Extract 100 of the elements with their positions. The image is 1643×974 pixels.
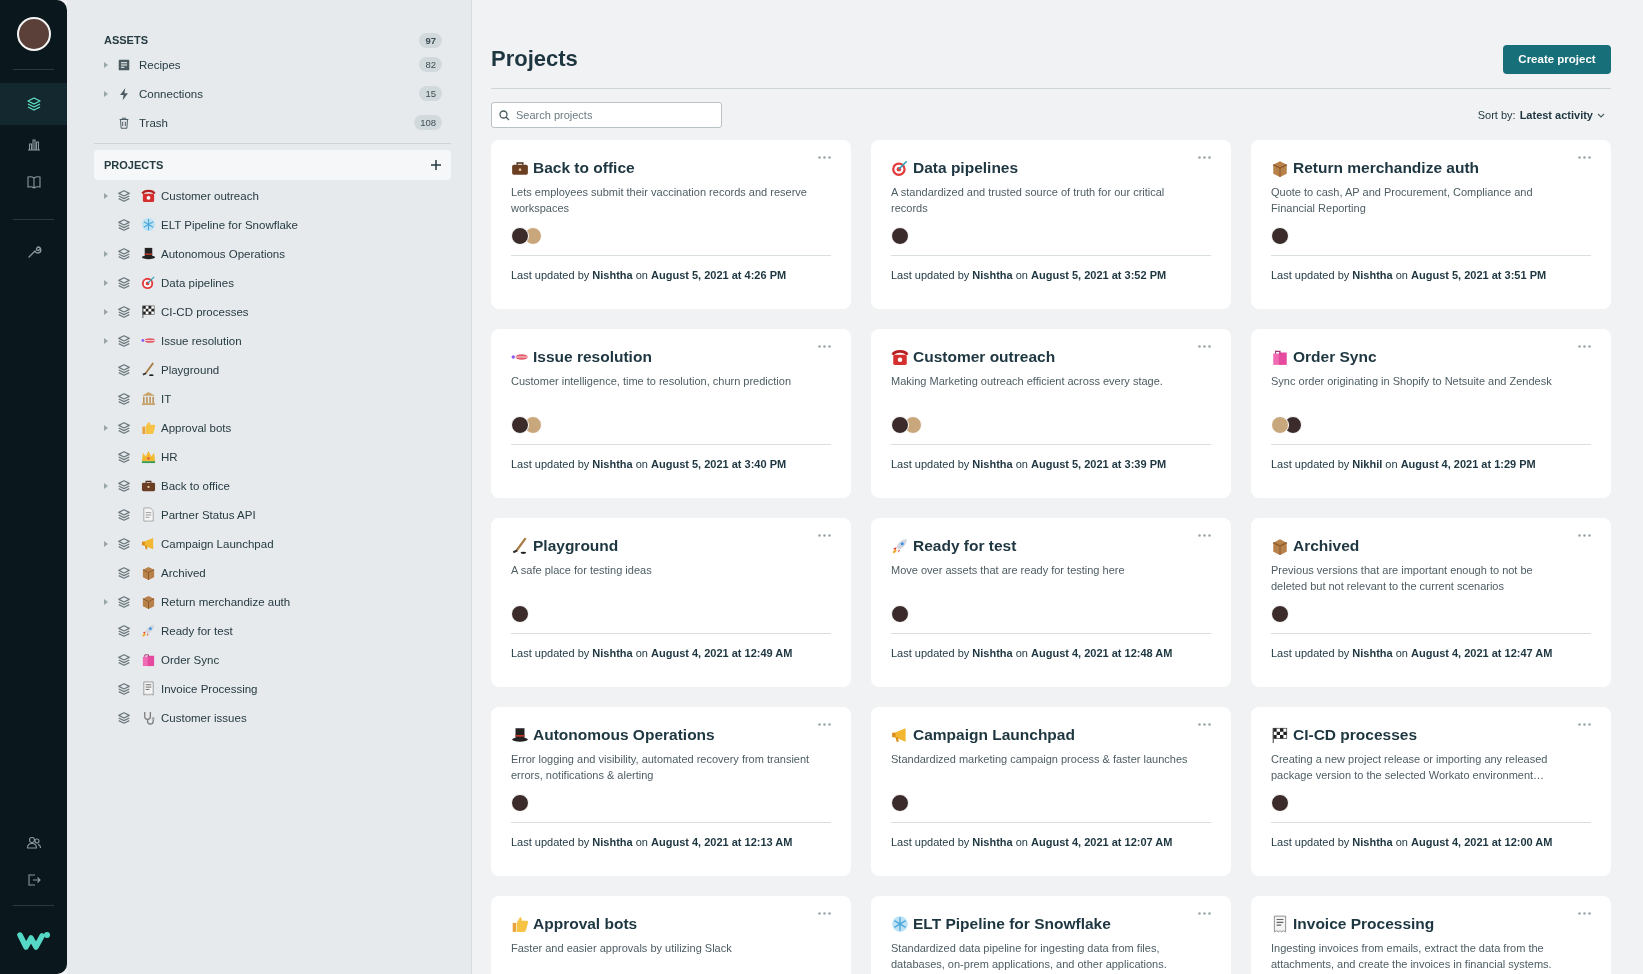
project-tree-item[interactable]: Order Sync <box>161 653 442 666</box>
project-card[interactable]: Order Sync Sync order originating in Shopify to Netsuite and Zendesk Last updated by Nikhil on August 4, 2021 at 1:29 PM <box>1251 329 1611 498</box>
card-title[interactable]: Back to office <box>533 159 635 177</box>
card-title[interactable]: Customer outreach <box>913 348 1056 366</box>
project-tree-item[interactable]: ELT Pipeline for Snowflake <box>161 218 442 231</box>
card-title[interactable]: Approval bots <box>533 915 638 933</box>
project-card[interactable]: Autonomous Operations Error logging and visibility, automated recovery from transient errors, notifications & alerting Last updated by Nishtha on August 4, 2021 at 12:13 AM <box>491 707 851 876</box>
project-tree-item[interactable]: Campaign Launchpad <box>161 537 442 550</box>
project-card[interactable]: ELT Pipeline for Snowflake Standardized data pipeline for ingesting data from files, databases, on-prem applications, and other applications. <box>871 896 1231 974</box>
project-tree-item[interactable]: IT <box>161 392 442 405</box>
project-tree-item[interactable]: CI-CD processes <box>161 305 442 318</box>
project-card[interactable]: Issue resolution Customer intelligence, time to resolution, churn prediction Last updated by Nishtha on August 5, 2021 at 3:40 PM <box>491 329 851 498</box>
project-tree-item[interactable]: Issue resolution <box>161 334 442 347</box>
sidebar-item[interactable]: Trash <box>139 116 407 129</box>
more-options-button[interactable] <box>1198 534 1211 537</box>
caret-icon[interactable] <box>103 191 109 200</box>
card-title[interactable]: Data pipelines <box>913 159 1019 177</box>
card-title[interactable]: Playground <box>533 537 619 555</box>
project-card[interactable]: Back to office Lets employees submit their vaccination records and reserve workspaces Last updated by Nishtha on August 5, 2021 at 4:26 PM <box>491 140 851 309</box>
project-card[interactable]: Data pipelines A standardized and trusted source of truth for our critical records Last updated by Nishtha on August 5, 2021 at 3:52 PM <box>871 140 1231 309</box>
more-options-button[interactable] <box>1578 912 1591 915</box>
more-options-button[interactable] <box>818 534 831 537</box>
card-title[interactable]: CI-CD processes <box>1293 726 1418 744</box>
caret-icon[interactable] <box>103 423 109 432</box>
caret-icon[interactable] <box>103 249 109 258</box>
more-options-button[interactable] <box>1578 345 1591 348</box>
layers-icon <box>117 391 131 406</box>
project-card[interactable]: Customer outreach Making Marketing outreach efficient across every stage. Last updated by Nishtha on August 5, 2021 at 3:39 PM <box>871 329 1231 498</box>
more-options-button[interactable] <box>1198 156 1211 159</box>
project-tree-item[interactable]: Back to office <box>161 479 442 492</box>
search-field[interactable]: Search projects <box>491 102 722 128</box>
caret-icon[interactable] <box>103 278 109 287</box>
card-title[interactable]: Ready for test <box>913 537 1017 555</box>
card-title[interactable]: Invoice Processing <box>1293 915 1435 933</box>
telephone-icon <box>891 348 909 366</box>
card-title[interactable]: Order Sync <box>1293 348 1377 366</box>
card-description: Creating a new project release or importing any released package version to the selected Workato environment… <box>1271 752 1549 783</box>
caret-icon[interactable] <box>103 336 109 345</box>
project-card[interactable]: Approval bots Faster and easier approvals by utilizing Slack <box>491 896 851 974</box>
project-card[interactable]: Return merchandize auth Quote to cash, AP and Procurement, Compliance and Financial Reporting Last updated by Nishtha on August 5, 2021 at 3:51 PM <box>1251 140 1611 309</box>
more-options-button[interactable] <box>818 156 831 159</box>
more-icon <box>1578 156 1591 159</box>
more-options-button[interactable] <box>1578 723 1591 726</box>
briefcase-icon <box>511 159 529 177</box>
card-description: Ingesting invoices from emails, extract the data from the attachments, and create the invoices in financial systems. <box>1271 941 1553 972</box>
search-icon <box>499 110 510 121</box>
create-project-button[interactable]: Create project <box>1503 44 1611 74</box>
caret-icon[interactable] <box>103 89 109 98</box>
caret-icon[interactable] <box>103 597 109 606</box>
project-tree-item[interactable]: Archived <box>161 566 442 579</box>
sort-dropdown[interactable]: Sort by: Latest activity <box>1477 109 1611 121</box>
card-title[interactable]: Campaign Launchpad <box>913 726 1075 744</box>
add-project-button[interactable] <box>431 160 441 170</box>
project-tree-item[interactable]: Customer outreach <box>161 189 442 202</box>
user-avatar <box>1271 794 1289 812</box>
layers-icon <box>117 681 131 696</box>
more-options-button[interactable] <box>1198 723 1211 726</box>
project-tree-item[interactable]: Partner Status API <box>161 508 442 521</box>
project-card[interactable]: Invoice Processing Ingesting invoices from emails, extract the data from the attachments, and create the invoices in financial systems. <box>1251 896 1611 974</box>
project-tree-item[interactable]: Ready for test <box>161 624 442 637</box>
layers-icon <box>117 188 131 203</box>
sidebar-item[interactable]: Recipes <box>139 58 412 71</box>
project-tree-item[interactable]: Invoice Processing <box>161 682 442 695</box>
project-card[interactable]: Ready for test Move over assets that are ready for testing here Last updated by Nishtha on August 4, 2021 at 12:48 AM <box>871 518 1231 687</box>
layers-icon <box>117 594 131 609</box>
project-card[interactable]: Campaign Launchpad Standardized marketing campaign process & faster launches Last updated by Nishtha on August 4, 2021 at 12:07 AM <box>871 707 1231 876</box>
more-options-button[interactable] <box>1578 534 1591 537</box>
caret-icon[interactable] <box>103 481 109 490</box>
project-card[interactable]: Playground A safe place for testing ideas Last updated by Nishtha on August 4, 2021 at 12:49 AM <box>491 518 851 687</box>
card-title[interactable]: Issue resolution <box>533 348 652 366</box>
project-card[interactable]: CI-CD processes Creating a new project release or importing any released package version to the selected Workato environment… Last updated by Nishtha on August 4, 2021 at 12:00 AM <box>1251 707 1611 876</box>
project-tree-item[interactable]: Autonomous Operations <box>161 247 442 260</box>
user-avatar[interactable] <box>16 17 51 51</box>
more-options-button[interactable] <box>1198 912 1211 915</box>
more-options-button[interactable] <box>818 345 831 348</box>
nav-button[interactable] <box>0 83 67 125</box>
card-title[interactable]: Archived <box>1293 537 1360 555</box>
more-options-button[interactable] <box>818 912 831 915</box>
logo[interactable] <box>16 930 51 952</box>
more-options-button[interactable] <box>818 723 831 726</box>
caret-icon[interactable] <box>103 539 109 548</box>
card-title[interactable]: Return merchandize auth <box>1293 159 1480 177</box>
project-tree-item[interactable]: Approval bots <box>161 421 442 434</box>
card-title[interactable]: ELT Pipeline for Snowflake <box>913 915 1111 933</box>
sidebar-item[interactable]: Connections <box>139 87 412 100</box>
more-options-button[interactable] <box>1578 156 1591 159</box>
project-card[interactable]: Archived Previous versions that are important enough to not be deleted but not relevant to the current scenarios Last updated by Nishtha on August 4, 2021 at 12:47 AM <box>1251 518 1611 687</box>
project-tree-item[interactable]: Data pipelines <box>161 276 442 289</box>
more-icon <box>818 723 831 726</box>
card-title[interactable]: Autonomous Operations <box>533 726 715 744</box>
project-tree-item[interactable]: Customer issues <box>161 711 442 724</box>
more-options-button[interactable] <box>1198 345 1211 348</box>
layers-icon <box>117 565 131 580</box>
user-avatar <box>891 227 909 245</box>
caret-icon[interactable] <box>103 307 109 316</box>
project-tree-item[interactable]: Return merchandize auth <box>161 595 442 608</box>
rocket-icon <box>141 623 156 638</box>
project-tree-item[interactable]: HR <box>161 450 442 463</box>
caret-icon[interactable] <box>103 60 109 69</box>
project-tree-item[interactable]: Playground <box>161 363 442 376</box>
